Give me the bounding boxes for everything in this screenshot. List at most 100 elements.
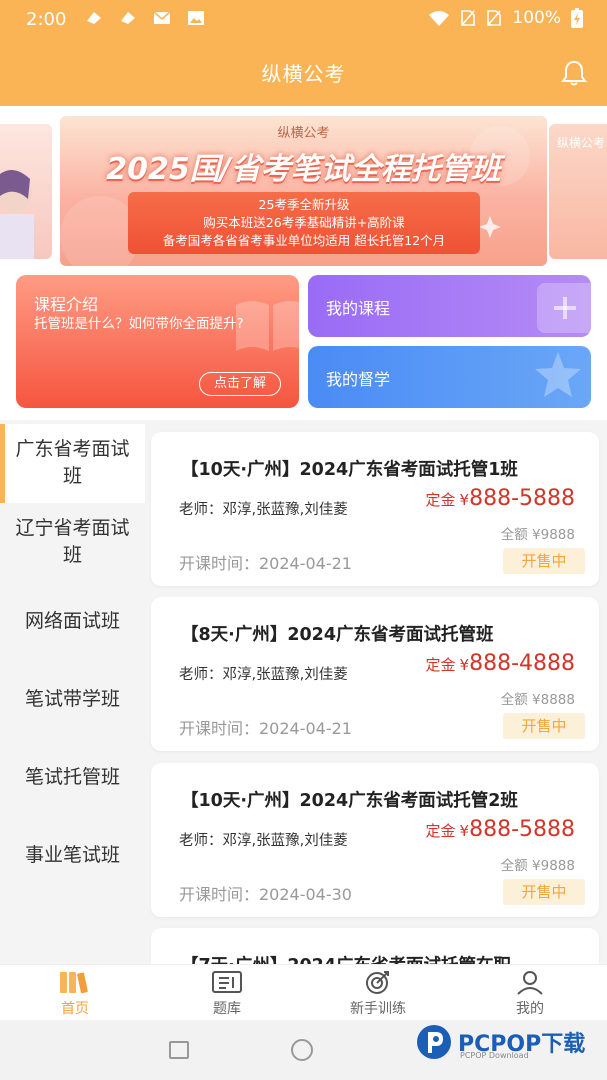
banner-brand: 纵横公考 <box>277 126 330 141</box>
tab-home[interactable]: 首页 <box>0 965 150 1021</box>
course-intro-card[interactable]: 课程介绍 托管班是什么？如何带你全面提升? 点击了解 <box>16 275 299 408</box>
learn-more-button[interactable]: 点击了解 <box>199 372 281 396</box>
watermark-subtext: PCPOP Download <box>460 1051 529 1060</box>
course-card[interactable]: 【10天·广州】2024广东省考面试托管2班 老师：邓淳,张蓝豫,刘佳菱 定金 ¥… <box>151 763 599 917</box>
banner-headline: 2025国/省考笔试全程托管班 <box>106 152 501 187</box>
currency-symbol: ¥ <box>459 656 470 674</box>
category-label: 班 <box>62 544 82 566</box>
wifi-icon <box>429 11 450 26</box>
category-item[interactable]: 笔试带学班 <box>0 660 145 738</box>
deposit-price: 888-5888 <box>469 817 575 842</box>
course-full-price: 全额 ¥9888 <box>500 858 575 874</box>
course-start-date: 开课时间：2024-04-30 <box>179 885 352 904</box>
deposit-label: 定金 <box>425 656 456 674</box>
tab-me[interactable]: 我的 <box>455 965 605 1021</box>
app-screen: 2:00 100% 纵横公考 纵横公考 2025国/省考笔试全程托管班 25考季… <box>0 0 607 1080</box>
no-sim-icon <box>461 10 476 26</box>
no-sim-icon <box>487 10 502 26</box>
course-start-date: 开课时间：2024-04-21 <box>179 719 352 738</box>
course-title: 【10天·广州】2024广东省考面试托管2班 <box>181 791 518 811</box>
currency-symbol: ¥ <box>459 822 470 840</box>
course-deposit: 定金 ¥888-4888 <box>426 651 575 676</box>
tab-question-bank[interactable]: 题库 <box>152 965 302 1021</box>
category-item[interactable]: 辽宁省考面试 班 <box>0 503 145 582</box>
banner-line: 购买本班送26考季基础精讲+高阶课 <box>203 215 405 230</box>
status-right: 100% <box>428 8 583 28</box>
page-title: 纵横公考 <box>261 62 346 86</box>
my-supervision-card[interactable]: 我的督学 <box>308 346 591 408</box>
banner-promo-box: 25考季全新升级 购买本班送26考季基础精讲+高阶课 备考国考各省省考事业单位均… <box>128 192 480 254</box>
category-label: 辽宁省考面试 <box>15 517 130 539</box>
banner-line: 备考国考各省省考事业单位均适用 超长托管12个月 <box>162 233 446 248</box>
bell-icon[interactable] <box>559 58 589 88</box>
mail-icon <box>153 11 171 24</box>
course-teachers: 老师：邓淳,张蓝豫,刘佳菱 <box>179 667 348 683</box>
category-label: 网络面试班 <box>24 610 120 632</box>
category-label: 事业笔试班 <box>24 844 120 866</box>
tab-label: 首页 <box>61 1001 89 1017</box>
notification-icons <box>84 9 206 27</box>
category-item[interactable]: 广东省考面试 班 <box>0 424 145 503</box>
category-label: 笔试托管班 <box>24 766 120 788</box>
category-label: 笔试带学班 <box>24 688 120 710</box>
course-full-price: 全额 ¥9888 <box>500 527 575 543</box>
banner-next-slide[interactable]: 纵横公考 <box>549 124 607 259</box>
course-card[interactable]: 【7天·广州】2024广东省考面试托管在职 <box>151 928 599 964</box>
course-list[interactable]: 【10天·广州】2024广东省考面试托管1班 老师：邓淳,张蓝豫,刘佳菱 定金 ¥… <box>145 424 607 964</box>
question-bank-icon <box>212 971 242 993</box>
category-item[interactable]: 网络面试班 <box>0 582 145 660</box>
course-teachers: 老师：邓淳,张蓝豫,刘佳菱 <box>179 833 348 849</box>
category-label: 班 <box>62 465 82 487</box>
course-title: 【8天·广州】2024广东省考面试托管班 <box>181 625 494 645</box>
star-icon <box>535 352 581 397</box>
banner-carousel[interactable]: 纵横公考 2025国/省考笔试全程托管班 25考季全新升级 购买本班送26考季基… <box>0 106 607 272</box>
my-courses-label: 我的课程 <box>326 299 391 318</box>
quick-actions: 课程介绍 托管班是什么？如何带你全面提升? 点击了解 我的课程 我的督学 <box>0 272 607 420</box>
deposit-price: 888-4888 <box>469 651 575 676</box>
tab-label: 题库 <box>213 1001 241 1017</box>
status-time: 2:00 <box>26 9 67 30</box>
recents-button[interactable] <box>169 1041 189 1059</box>
category-sidebar: 广东省考面试 班 辽宁省考面试 班 网络面试班 笔试带学班 笔试托管班 事业笔试… <box>0 424 145 964</box>
deposit-label: 定金 <box>425 822 456 840</box>
category-item[interactable]: 笔试托管班 <box>0 738 145 816</box>
course-intro-subtitle: 托管班是什么？如何带你全面提升? <box>34 316 244 332</box>
app-notification-icon <box>121 12 135 24</box>
plus-icon <box>537 283 591 333</box>
course-title: 【7天·广州】2024广东省考面试托管在职 <box>181 952 511 964</box>
currency-symbol: ¥ <box>459 491 470 509</box>
tab-beginner-training[interactable]: 新手训练 <box>303 965 453 1021</box>
banner-slide[interactable]: 纵横公考 2025国/省考笔试全程托管班 25考季全新升级 购买本班送26考季基… <box>60 116 547 266</box>
banner-side-brand: 纵横公考 <box>557 136 606 150</box>
course-start-date: 开课时间：2024-04-21 <box>179 554 352 573</box>
pcpop-logo-icon <box>417 1025 451 1059</box>
watermark: PCPOP下载 PCPOP Download <box>414 1022 604 1062</box>
my-courses-card[interactable]: 我的课程 <box>308 275 591 337</box>
banner-line: 25考季全新升级 <box>258 197 350 212</box>
status-badge: 开售中 <box>503 713 585 739</box>
home-button[interactable] <box>291 1039 313 1061</box>
target-icon <box>366 971 389 994</box>
person-illustration <box>0 170 34 259</box>
my-supervision-label: 我的督学 <box>326 370 391 389</box>
deposit-label: 定金 <box>425 491 456 509</box>
banner-prev-slide[interactable] <box>0 124 52 259</box>
bottom-tab-bar: 首页 题库 新手训练 我的 <box>0 964 607 1020</box>
course-deposit: 定金 ¥888-5888 <box>426 486 575 511</box>
image-icon <box>188 11 204 25</box>
course-teachers: 老师：邓淳,张蓝豫,刘佳菱 <box>179 502 348 518</box>
tab-label: 新手训练 <box>350 1001 406 1017</box>
battery-charging-icon <box>571 8 583 28</box>
app-header: 2:00 100% 纵横公考 <box>0 0 607 106</box>
user-icon <box>517 971 543 995</box>
status-badge: 开售中 <box>503 548 585 574</box>
app-notification-icon <box>87 12 101 24</box>
course-card[interactable]: 【8天·广州】2024广东省考面试托管班 老师：邓淳,张蓝豫,刘佳菱 定金 ¥88… <box>151 597 599 751</box>
category-item[interactable]: 事业笔试班 <box>0 816 145 894</box>
course-title: 【10天·广州】2024广东省考面试托管1班 <box>181 460 518 480</box>
battery-percent: 100% <box>512 8 561 28</box>
course-deposit: 定金 ¥888-5888 <box>426 817 575 842</box>
course-card[interactable]: 【10天·广州】2024广东省考面试托管1班 老师：邓淳,张蓝豫,刘佳菱 定金 ¥… <box>151 432 599 586</box>
books-icon <box>60 972 88 994</box>
tab-label: 我的 <box>516 1001 544 1017</box>
